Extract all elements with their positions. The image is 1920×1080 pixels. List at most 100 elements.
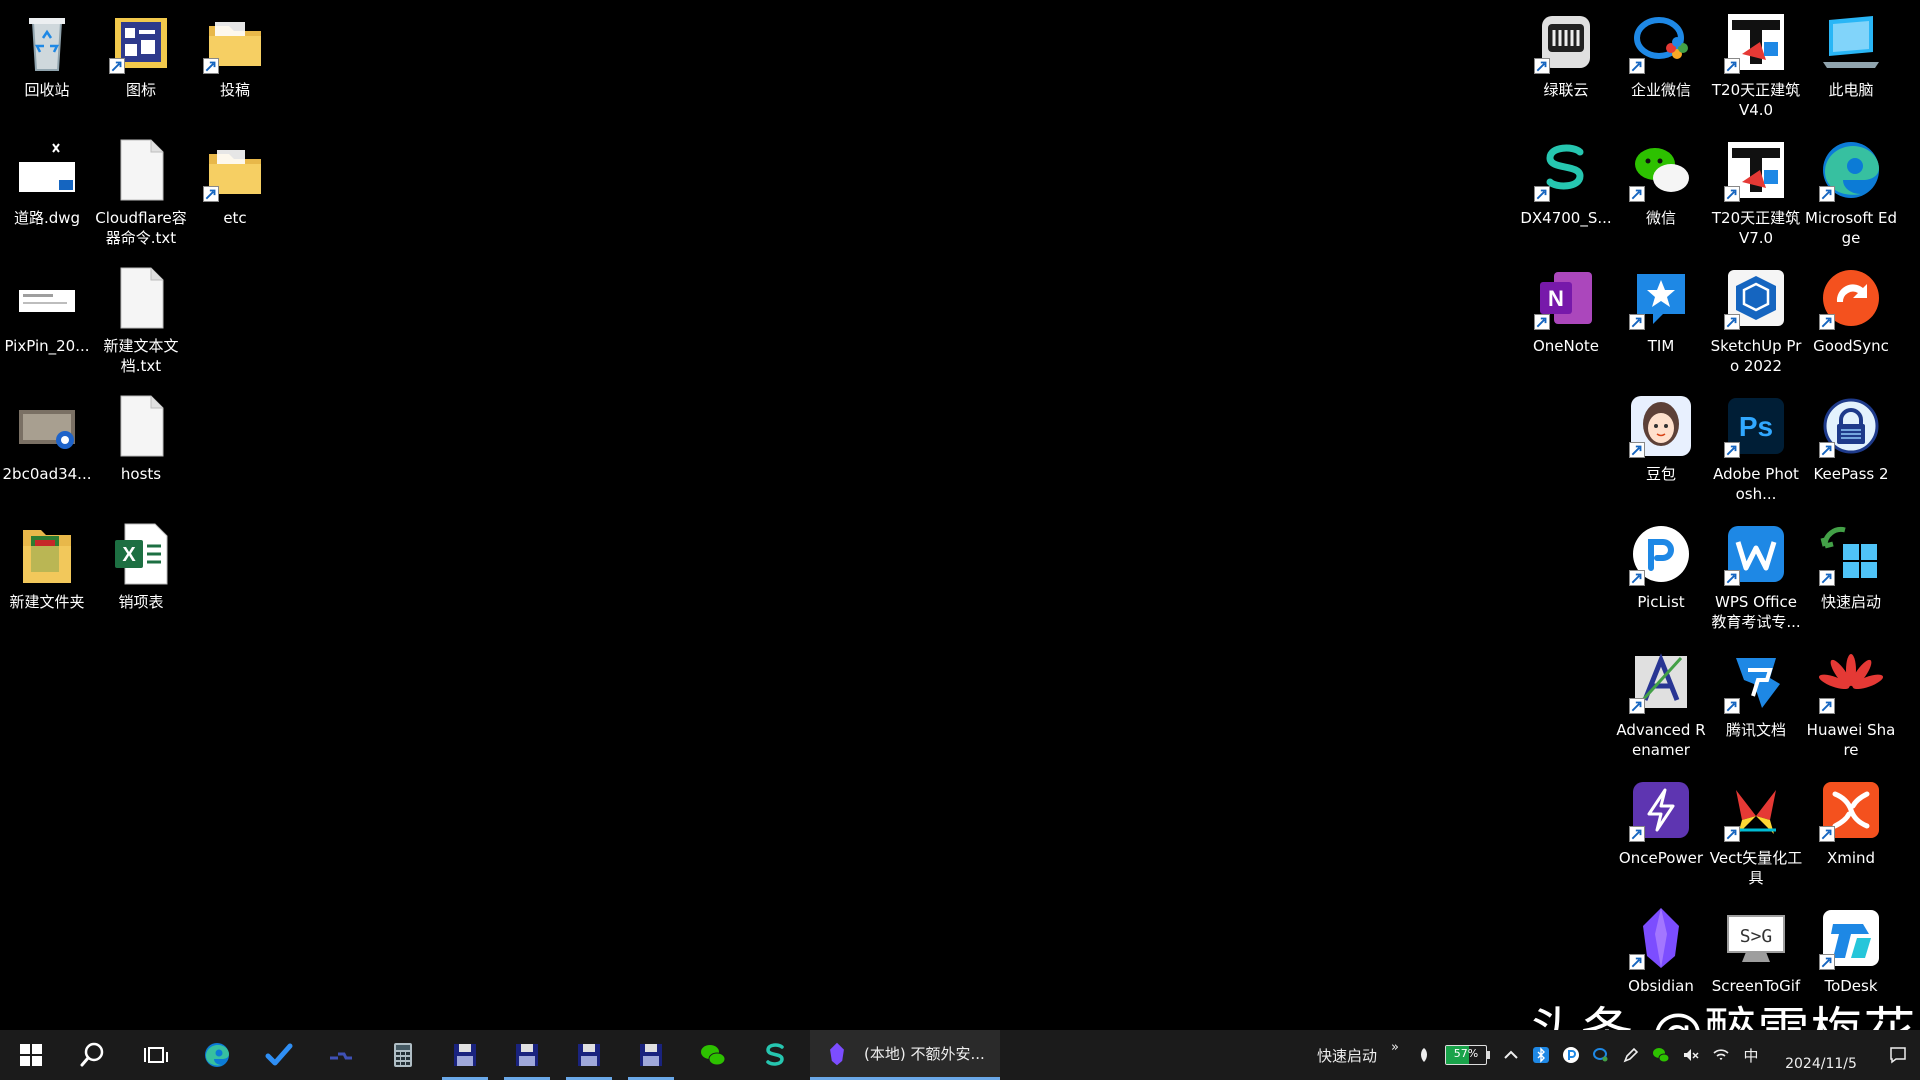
desktop-icon-sketchup[interactable]: SketchUp Pro 2022 — [1709, 264, 1803, 376]
vect-icon — [1722, 776, 1790, 844]
sketchup-icon — [1722, 264, 1790, 332]
toolbar-overflow-chevron[interactable]: » — [1391, 1040, 1399, 1055]
taskbar-calculator[interactable] — [372, 1030, 434, 1080]
tray-leaf-app[interactable] — [1409, 1030, 1439, 1080]
tray-ime[interactable]: 中 — [1736, 1030, 1766, 1080]
taskbar-wechat[interactable] — [682, 1030, 744, 1080]
taskbar-active-window[interactable]: (本地) 不额外安... — [810, 1030, 1000, 1080]
dwg-file-icon — [13, 136, 81, 204]
quick-launch-toolbar-label[interactable]: 快速启动 — [1317, 1045, 1377, 1066]
piclist-icon — [1563, 1047, 1579, 1063]
desktop-icon-goodsync[interactable]: GoodSync — [1804, 264, 1898, 356]
desktop-icon-onenote[interactable]: N OneNote — [1519, 264, 1613, 356]
desktop-icon-video[interactable]: 2bc0ad34... — [0, 392, 94, 484]
desktop-icon-ugreen[interactable]: 绿联云 — [1519, 8, 1613, 100]
desktop-icon-tougao[interactable]: 投稿 — [188, 8, 282, 100]
desktop-icon-this-pc[interactable]: 此电脑 — [1804, 8, 1898, 100]
taskbar-save-app-3[interactable] — [558, 1030, 620, 1080]
desktop-icon-pixpin[interactable]: PixPin_20... — [0, 264, 94, 356]
desktop-icon-obsidian[interactable]: Obsidian — [1614, 904, 1708, 996]
tray-volume[interactable] — [1676, 1030, 1706, 1080]
desktop-icon-oncepower[interactable]: OncePower — [1614, 776, 1708, 868]
desktop-icon-keepass[interactable]: KeePass 2 — [1804, 392, 1898, 484]
notification-center-button[interactable] — [1876, 1030, 1920, 1080]
shortcut-arrow-icon — [1819, 954, 1835, 970]
taskbar-save-app-1[interactable] — [434, 1030, 496, 1080]
tray-pen[interactable] — [1616, 1030, 1646, 1080]
folder-icon — [13, 520, 81, 588]
taskbar-save-app-4[interactable] — [620, 1030, 682, 1080]
desktop-icon-wecom[interactable]: 企业微信 — [1614, 8, 1708, 100]
show-hidden-icons-button[interactable] — [1496, 1030, 1526, 1080]
desktop-icon-vect[interactable]: Vect矢量化工具 — [1709, 776, 1803, 888]
taskbar-save-app-2[interactable] — [496, 1030, 558, 1080]
desktop-icon-etc[interactable]: etc — [188, 136, 282, 228]
piclist-icon — [1627, 520, 1695, 588]
shortcut-arrow-icon — [203, 186, 219, 202]
desktop-icon-new-folder[interactable]: 新建文件夹 — [0, 520, 94, 612]
desktop-icon-t20-v4[interactable]: T20天正建筑V4.0 — [1709, 8, 1803, 120]
desktop-icon-tim[interactable]: TIM — [1614, 264, 1708, 356]
folder-icon — [201, 136, 269, 204]
tray-network[interactable] — [1706, 1030, 1736, 1080]
desktop-icon-edge[interactable]: Microsoft Edge — [1804, 136, 1898, 248]
floppy-icon — [454, 1044, 476, 1066]
t20-icon — [1722, 136, 1790, 204]
volume-muted-icon — [1684, 1049, 1699, 1061]
desktop-icon-wps[interactable]: WPS Office 教育考试专... — [1709, 520, 1803, 632]
taskbar-todo[interactable] — [248, 1030, 310, 1080]
desktop-icon-huawei-share[interactable]: Huawei Share — [1804, 648, 1898, 760]
t20-icon — [1722, 8, 1790, 76]
desktop-icon-new-text-doc[interactable]: 新建文本文档.txt — [94, 264, 188, 376]
active-window-title: (本地) 不额外安... — [864, 1045, 985, 1063]
desktop-icon-recycle-bin[interactable]: 回收站 — [0, 8, 94, 100]
shortcut-arrow-icon — [1629, 698, 1645, 714]
doubao-icon — [1627, 392, 1695, 460]
taskbar-s-app[interactable] — [744, 1030, 806, 1080]
desktop-icon-todesk[interactable]: ToDesk — [1804, 904, 1898, 996]
clock[interactable]: 2024/11/5 — [1766, 1037, 1876, 1073]
battery-indicator[interactable]: 57% — [1445, 1045, 1490, 1065]
keepass-icon — [1817, 392, 1885, 460]
svg-text:Ps: Ps — [1739, 411, 1773, 442]
taskbar-edge[interactable] — [186, 1030, 248, 1080]
desktop-icon-xmind[interactable]: Xmind — [1804, 776, 1898, 868]
wechat-icon — [701, 1045, 726, 1066]
desktop-icon-t20-v7[interactable]: T20天正建筑V7.0 — [1709, 136, 1803, 248]
desktop-icon-tubiao[interactable]: 图标 — [94, 8, 188, 100]
desktop-icon-photoshop[interactable]: Ps Adobe Photosh... — [1709, 392, 1803, 504]
todesk-icon — [1817, 904, 1885, 972]
calculator-icon — [394, 1043, 412, 1067]
desktop-icon-xiaoxiangbiao[interactable]: X 销项表 — [94, 520, 188, 612]
shortcut-arrow-icon — [1629, 186, 1645, 202]
desktop-icon-tencent-docs[interactable]: 腾讯文档 — [1709, 648, 1803, 740]
tray-bluetooth[interactable] — [1526, 1030, 1556, 1080]
tray-piclist[interactable] — [1556, 1030, 1586, 1080]
image-folder-icon — [107, 8, 175, 76]
desktop-icon-piclist[interactable]: PicList — [1614, 520, 1708, 612]
shortcut-arrow-icon — [1724, 826, 1740, 842]
floppy-icon — [640, 1044, 662, 1066]
desktop-icon-advanced-renamer[interactable]: Advanced Renamer — [1614, 648, 1708, 760]
desktop-icon-daolu-dwg[interactable]: 道路.dwg — [0, 136, 94, 228]
shortcut-arrow-icon — [109, 58, 125, 74]
search-button[interactable] — [62, 1030, 124, 1080]
desktop-icon-quick-launch[interactable]: 快速启动 — [1804, 520, 1898, 612]
desktop-icon-screentogif[interactable]: S>G ScreenToGif — [1709, 904, 1803, 996]
tray-wecom[interactable] — [1586, 1030, 1616, 1080]
shortcut-arrow-icon — [1724, 314, 1740, 330]
desktop-icon-hosts[interactable]: hosts — [94, 392, 188, 484]
start-button[interactable] — [0, 1030, 62, 1080]
taskbar-app-blue[interactable] — [310, 1030, 372, 1080]
tim-icon — [1627, 264, 1695, 332]
desktop-icon-cloudflare-txt[interactable]: Cloudflare容器命令.txt — [94, 136, 188, 248]
task-view-button[interactable] — [124, 1030, 186, 1080]
chevron-up-icon — [1504, 1050, 1518, 1059]
ime-language-label: 中 — [1743, 1046, 1759, 1065]
desktop-icon-doubao[interactable]: 豆包 — [1614, 392, 1708, 484]
tray-wechat[interactable] — [1646, 1030, 1676, 1080]
quick-launch-icon — [1817, 520, 1885, 588]
desktop-icon-wechat[interactable]: 微信 — [1614, 136, 1708, 228]
desktop-icon-dx4700[interactable]: DX4700_S... — [1519, 136, 1613, 228]
floppy-icon — [578, 1044, 600, 1066]
